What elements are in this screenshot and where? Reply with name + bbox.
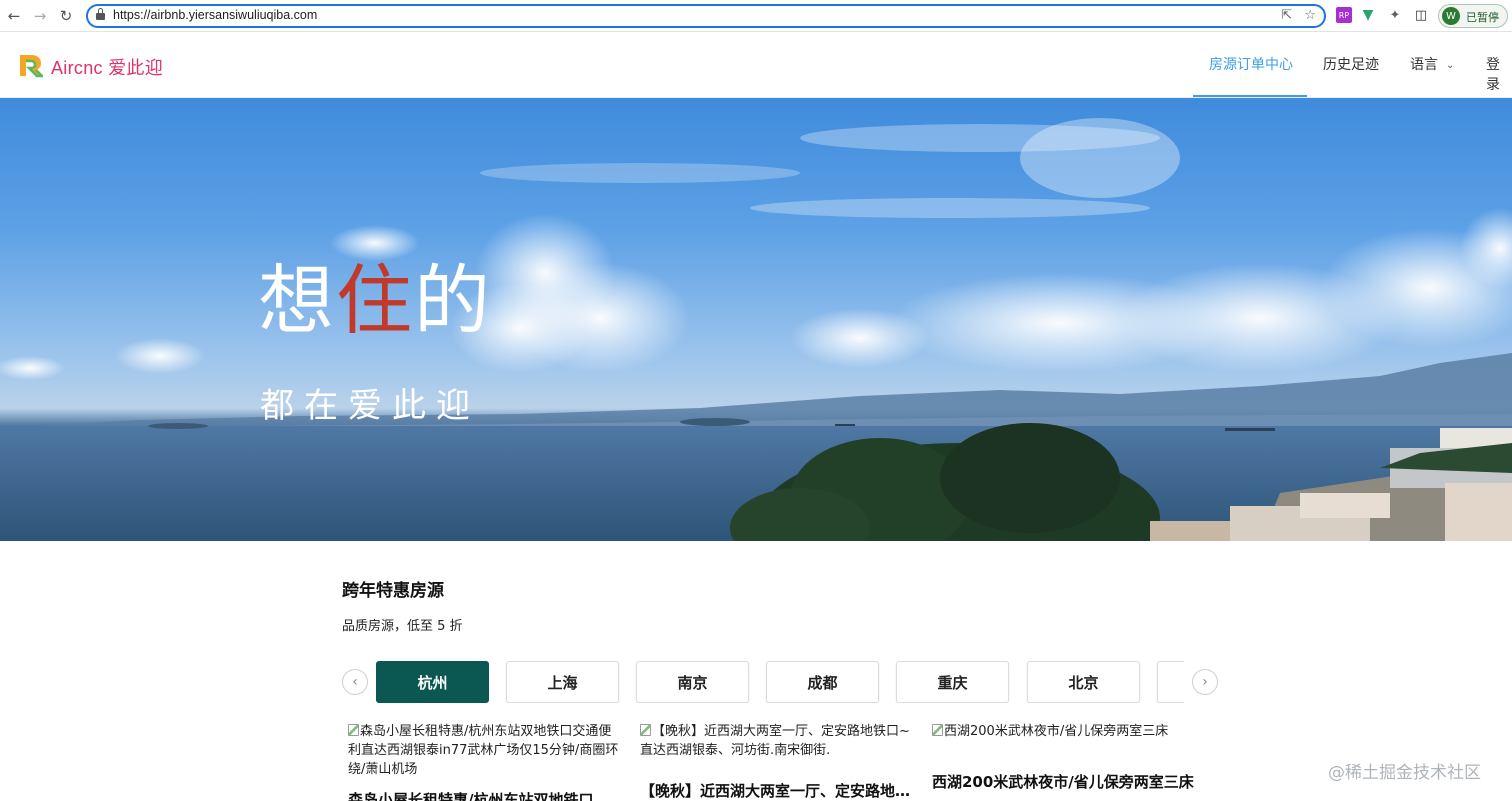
site-header: Aircnc 爱此迎 房源订单中心 历史足迹 语言 ⌄ 登录 [0, 32, 1512, 98]
listing-image-alt-text: 森岛小屋长租特惠/杭州东站双地铁口交通便利直达西湖银泰in77武林广场仅15分钟… [348, 724, 619, 777]
active-nav-indicator [1193, 95, 1307, 97]
broken-image-icon [932, 724, 943, 736]
listing-image-alt[interactable]: 森岛小屋长租特惠/杭州东站双地铁口交通便利直达西湖银泰in77武林广场仅15分钟… [348, 722, 623, 779]
listing-title[interactable]: 【晚秋】近西湖大两室一厅、定安路地铁口~直达西湖银泰、河坊街.南宋御街. [640, 780, 915, 801]
share-icon[interactable]: ⇱ [1281, 8, 1292, 23]
back-arrow-icon[interactable]: ← [3, 5, 25, 27]
city-tab-more[interactable] [1157, 661, 1184, 703]
lock-icon[interactable] [96, 8, 105, 20]
side-panel-icon[interactable]: ◫ [1413, 7, 1429, 23]
listing-image-alt-text: 【晚秋】近西湖大两室一厅、定安路地铁口~直达西湖银泰、河坊街.南宋御街. [640, 724, 910, 758]
chevron-right-icon: › [1202, 674, 1208, 690]
listing-image-alt[interactable]: 【晚秋】近西湖大两室一厅、定安路地铁口~直达西湖银泰、河坊街.南宋御街. [640, 722, 915, 760]
watermark: @稀土掘金技术社区 [1328, 763, 1481, 783]
vue-devtools-icon[interactable]: ▼ [1360, 7, 1376, 23]
nav-language[interactable]: 语言 ⌄ [1410, 54, 1454, 74]
broken-image-icon [348, 724, 359, 736]
hero-title-accent: 住 [336, 256, 414, 345]
avatar: W [1442, 7, 1460, 25]
city-tab-beijing[interactable]: 北京 [1027, 661, 1140, 703]
deals-title: 跨年特惠房源 [342, 581, 444, 601]
chevron-left-icon: ‹ [352, 674, 358, 690]
city-tab-chongqing[interactable]: 重庆 [896, 661, 1009, 703]
hero-subtitle: 都在爱此迎 [260, 386, 480, 426]
broken-image-icon [640, 724, 651, 736]
hero-title-part1: 想 [258, 256, 336, 345]
carousel-next-button[interactable]: › [1192, 669, 1218, 695]
listing-title[interactable]: 森岛小屋长租特惠/杭州东站双地铁口交通便利直达西湖银泰in77武林广场仅15分钟… [348, 789, 623, 801]
listing-title[interactable]: 西湖200米武林夜市/省儿保旁两室三床 [932, 771, 1207, 792]
listing-image-alt-text: 西湖200米武林夜市/省儿保旁两室三床 [944, 724, 1169, 739]
profile-status: 已暂停 [1466, 11, 1499, 24]
city-tab-hangzhou[interactable]: 杭州 [376, 661, 489, 703]
city-tabs: 杭州 上海 南京 成都 重庆 北京 [376, 661, 1184, 703]
address-bar[interactable]: https://airbnb.yiersansiwuliuqiba.com ⇱ … [86, 4, 1326, 28]
bookmark-star-icon[interactable]: ☆ [1304, 8, 1316, 23]
profile-button[interactable]: W 已暂停 [1438, 4, 1508, 28]
forward-arrow-icon[interactable]: → [29, 5, 51, 27]
nav-order-center[interactable]: 房源订单中心 [1209, 54, 1293, 74]
hero-banner: 想住的 都在爱此迎 [0, 98, 1512, 541]
listing-card[interactable]: 西湖200米武林夜市/省儿保旁两室三床 西湖200米武林夜市/省儿保旁两室三床 [932, 722, 1207, 801]
nav-language-label: 语言 [1410, 57, 1438, 73]
city-tab-chengdu[interactable]: 成都 [766, 661, 879, 703]
carousel-prev-button[interactable]: ‹ [342, 669, 368, 695]
nav-login[interactable]: 登录 [1486, 54, 1512, 94]
listing-card[interactable]: 森岛小屋长租特惠/杭州东站双地铁口交通便利直达西湖银泰in77武林广场仅15分钟… [348, 722, 623, 801]
chevron-down-icon: ⌄ [1446, 60, 1455, 71]
hero-title: 想住的 [258, 263, 492, 339]
hero-scenery-image [0, 118, 1512, 541]
extensions-puzzle-icon[interactable]: ✦ [1387, 7, 1403, 23]
city-tab-shanghai[interactable]: 上海 [506, 661, 619, 703]
nav-history[interactable]: 历史足迹 [1323, 54, 1379, 74]
city-tab-nanjing[interactable]: 南京 [636, 661, 749, 703]
hero-title-part2: 的 [414, 256, 492, 345]
listing-card[interactable]: 【晚秋】近西湖大两室一厅、定安路地铁口~直达西湖银泰、河坊街.南宋御街. 【晚秋… [640, 722, 915, 801]
reload-icon[interactable]: ↻ [55, 5, 77, 27]
url-text[interactable]: https://airbnb.yiersansiwuliuqiba.com [113, 8, 317, 22]
logo-text[interactable]: Aircnc 爱此迎 [51, 54, 163, 80]
aircnc-logo-icon[interactable] [17, 52, 43, 78]
browser-toolbar: ← → ↻ https://airbnb.yiersansiwuliuqiba.… [0, 0, 1512, 32]
rp-extension-icon[interactable]: RP [1336, 7, 1352, 23]
deals-subtitle: 品质房源，低至 5 折 [342, 619, 463, 634]
listing-image-alt[interactable]: 西湖200米武林夜市/省儿保旁两室三床 [932, 722, 1207, 741]
